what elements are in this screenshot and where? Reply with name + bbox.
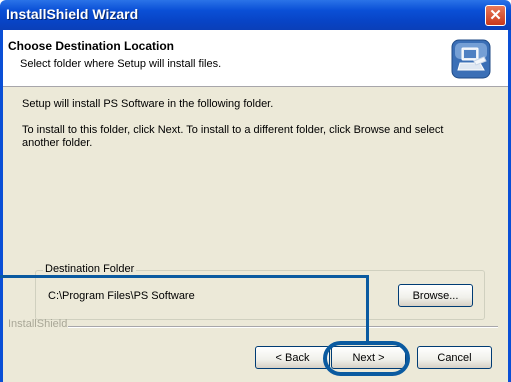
computer-setup-icon — [451, 39, 491, 79]
footer-divider — [68, 326, 498, 328]
browse-button[interactable]: Browse... — [398, 284, 473, 307]
close-button[interactable]: ✕ — [485, 5, 506, 26]
destination-folder-label: Destination Folder — [43, 263, 137, 275]
installshield-brand-label: InstallShield — [8, 318, 68, 330]
page-subtitle: Select folder where Setup will install f… — [20, 58, 222, 70]
instructions-text-line1: To install to this folder, click Next. T… — [22, 124, 444, 136]
installshield-wizard-window: InstallShield Wizard ✕ Choose Destinatio… — [0, 0, 511, 382]
instructions-text-line2: another folder. — [22, 137, 93, 149]
back-button[interactable]: < Back — [255, 346, 330, 369]
window-title: InstallShield Wizard — [6, 6, 139, 22]
destination-folder-path: C:\Program Files\PS Software — [48, 290, 195, 302]
close-icon: ✕ — [489, 7, 502, 24]
wizard-header: Choose Destination Location Select folde… — [3, 30, 508, 87]
annotation-highlight-ellipse — [323, 341, 410, 376]
annotation-callout-connector — [366, 275, 369, 345]
cancel-button[interactable]: Cancel — [417, 346, 492, 369]
title-bar[interactable]: InstallShield Wizard ✕ — [0, 0, 511, 30]
install-info-text: Setup will install PS Software in the fo… — [22, 98, 274, 110]
annotation-callout-line — [0, 275, 368, 278]
page-title: Choose Destination Location — [8, 39, 175, 53]
